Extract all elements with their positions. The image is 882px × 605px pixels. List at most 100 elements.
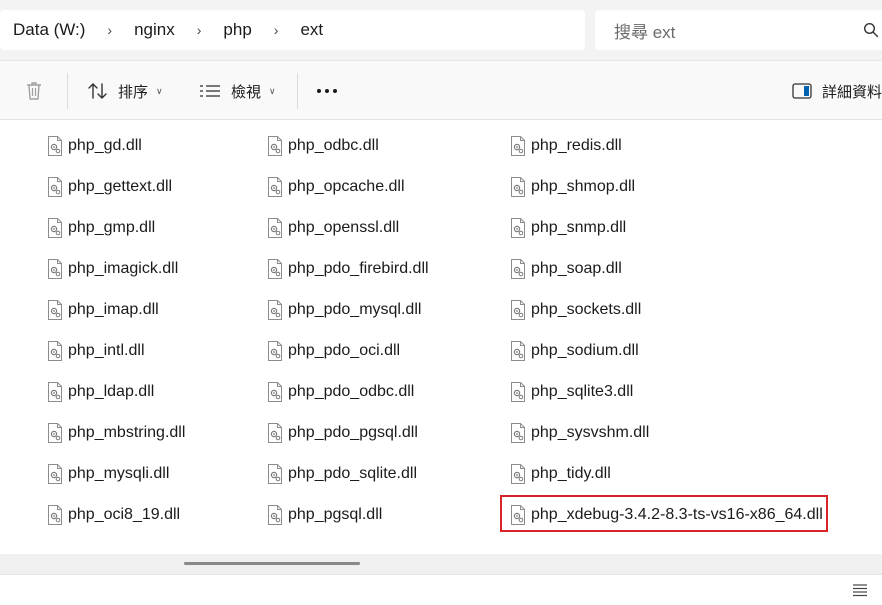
search-icon[interactable]: [863, 22, 879, 38]
chevron-down-icon: ∨: [156, 85, 163, 96]
file-name: php_mysqli.dll: [68, 465, 170, 482]
list-view-icon: [200, 85, 220, 97]
file-name: php_tidy.dll: [531, 465, 611, 482]
file-item[interactable]: php_ldap.dll: [47, 377, 154, 407]
file-name: php_shmop.dll: [531, 178, 636, 195]
delete-button[interactable]: [24, 61, 44, 121]
command-bar: 排序 ∨ 檢視 ∨ 詳細資料: [0, 60, 882, 120]
dll-file-icon: [511, 136, 525, 156]
dll-file-icon: [48, 177, 62, 197]
search-box[interactable]: 搜尋 ext: [595, 10, 882, 50]
file-name: php_gmp.dll: [68, 219, 156, 236]
file-item[interactable]: php_odbc.dll: [267, 131, 379, 161]
dll-file-icon: [48, 300, 62, 320]
file-item[interactable]: php_snmp.dll: [510, 213, 626, 243]
file-item[interactable]: php_pdo_oci.dll: [267, 336, 400, 366]
file-name: php_openssl.dll: [288, 219, 400, 236]
dll-file-icon: [268, 218, 282, 238]
dll-file-icon: [268, 423, 282, 443]
file-item[interactable]: php_oci8_19.dll: [47, 500, 180, 530]
view-button[interactable]: 檢視 ∨: [199, 61, 276, 121]
file-item[interactable]: php_pdo_mysql.dll: [267, 295, 421, 325]
chevron-down-icon: ∨: [269, 85, 276, 96]
file-name: php_intl.dll: [68, 342, 145, 359]
highlight-box: [500, 495, 828, 532]
dll-file-icon: [48, 423, 62, 443]
breadcrumb-nginx[interactable]: nginx: [122, 20, 187, 40]
file-item[interactable]: php_gd.dll: [47, 131, 142, 161]
details-view-icon[interactable]: [852, 583, 868, 597]
search-placeholder: 搜尋 ext: [614, 22, 676, 42]
file-item[interactable]: php_pdo_firebird.dll: [267, 254, 429, 284]
ellipsis-icon: [317, 89, 337, 93]
file-name: php_odbc.dll: [288, 137, 379, 154]
file-name: php_imap.dll: [68, 301, 159, 318]
file-item[interactable]: php_openssl.dll: [267, 213, 399, 243]
dll-file-icon: [48, 218, 62, 238]
chevron-right-icon[interactable]: ›: [187, 22, 212, 38]
file-name: php_oci8_19.dll: [68, 506, 181, 523]
dll-file-icon: [511, 382, 525, 402]
horizontal-scrollbar[interactable]: [0, 554, 882, 574]
chevron-right-icon[interactable]: ›: [264, 22, 289, 38]
file-name: php_pdo_odbc.dll: [288, 383, 415, 400]
file-item[interactable]: php_imagick.dll: [47, 254, 178, 284]
file-item[interactable]: php_opcache.dll: [267, 172, 405, 202]
scrollbar-thumb[interactable]: [184, 562, 360, 565]
view-label: 檢視: [231, 83, 262, 101]
breadcrumb[interactable]: Data (W:) › nginx › php › ext: [0, 10, 585, 50]
file-item[interactable]: php_intl.dll: [47, 336, 145, 366]
file-item[interactable]: php_pdo_pgsql.dll: [267, 418, 418, 448]
breadcrumb-ext[interactable]: ext: [288, 20, 335, 40]
details-pane-icon: [792, 83, 812, 99]
dll-file-icon: [48, 382, 62, 402]
dll-file-icon: [511, 259, 525, 279]
file-item[interactable]: php_shmop.dll: [510, 172, 635, 202]
file-item[interactable]: php_sqlite3.dll: [510, 377, 633, 407]
file-item[interactable]: php_mbstring.dll: [47, 418, 185, 448]
file-item[interactable]: php_pdo_sqlite.dll: [267, 459, 417, 489]
dll-file-icon: [511, 218, 525, 238]
breadcrumb-php[interactable]: php: [211, 20, 263, 40]
file-name: php_sqlite3.dll: [531, 383, 634, 400]
details-pane-button[interactable]: 詳細資料: [792, 61, 882, 121]
file-item[interactable]: php_soap.dll: [510, 254, 622, 284]
status-bar: [0, 574, 882, 605]
file-item[interactable]: php_tidy.dll: [510, 459, 611, 489]
file-item[interactable]: php_redis.dll: [510, 131, 622, 161]
sort-arrows-icon: [88, 83, 107, 99]
file-name: php_redis.dll: [531, 137, 622, 154]
file-item[interactable]: php_sysvshm.dll: [510, 418, 649, 448]
sort-label: 排序: [118, 83, 149, 101]
dll-file-icon: [511, 464, 525, 484]
more-options-button[interactable]: [316, 61, 338, 121]
dll-file-icon: [268, 341, 282, 361]
file-name: php_gd.dll: [68, 137, 142, 154]
file-item[interactable]: php_sockets.dll: [510, 295, 641, 325]
breadcrumb-drive[interactable]: Data (W:): [0, 20, 97, 40]
chevron-right-icon[interactable]: ›: [97, 22, 122, 38]
file-name: php_soap.dll: [531, 260, 622, 277]
file-item[interactable]: php_mysqli.dll: [47, 459, 169, 489]
details-label: 詳細資料: [822, 83, 882, 101]
file-item[interactable]: php_gmp.dll: [47, 213, 155, 243]
sort-button[interactable]: 排序 ∨: [87, 61, 163, 121]
file-name: php_opcache.dll: [288, 178, 405, 195]
dll-file-icon: [511, 177, 525, 197]
file-item[interactable]: php_pgsql.dll: [267, 500, 382, 530]
file-item[interactable]: php_pdo_odbc.dll: [267, 377, 414, 407]
dll-file-icon: [511, 423, 525, 443]
file-item[interactable]: php_imap.dll: [47, 295, 159, 325]
address-row: Data (W:) › nginx › php › ext 搜尋 ext: [0, 0, 882, 60]
trash-icon: [27, 82, 41, 100]
dll-file-icon: [268, 259, 282, 279]
file-item[interactable]: php_sodium.dll: [510, 336, 639, 366]
dll-file-icon: [511, 341, 525, 361]
file-name: php_sodium.dll: [531, 342, 639, 359]
file-name: php_mbstring.dll: [68, 424, 186, 441]
dll-file-icon: [48, 259, 62, 279]
dll-file-icon: [268, 136, 282, 156]
file-name: php_pdo_oci.dll: [288, 342, 401, 359]
file-item[interactable]: php_gettext.dll: [47, 172, 172, 202]
dll-file-icon: [48, 464, 62, 484]
